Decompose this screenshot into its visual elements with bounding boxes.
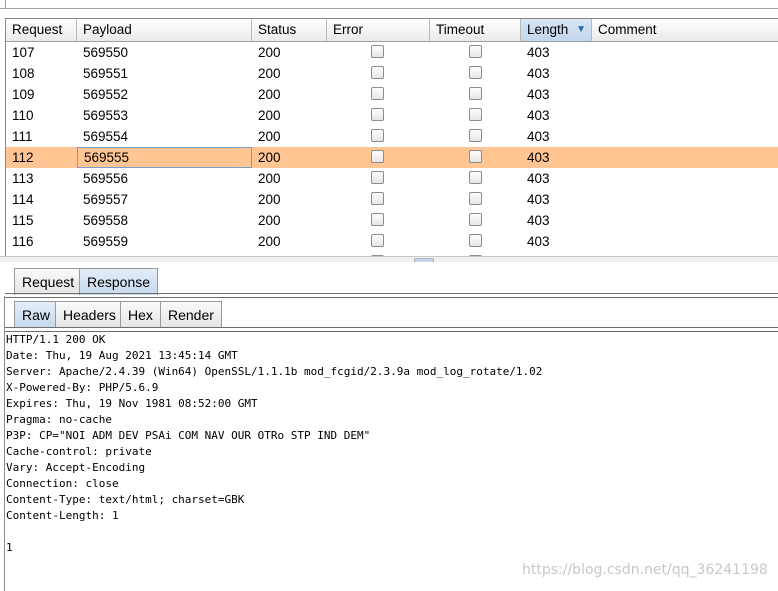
watermark: https://blog.csdn.net/qq_36241198: [522, 562, 768, 578]
cell-payload: 569552: [83, 87, 129, 102]
timeout-checkbox[interactable]: [469, 150, 482, 163]
table-row-selected[interactable]: 112 569555 200 403: [6, 147, 778, 168]
error-checkbox[interactable]: [371, 192, 384, 205]
timeout-checkbox[interactable]: [469, 87, 482, 100]
tab-raw[interactable]: Raw: [14, 301, 59, 328]
tab-headers[interactable]: Headers: [55, 301, 124, 328]
table-row[interactable]: 111 569554 200 403: [6, 126, 778, 147]
cell-length: 403: [527, 192, 550, 207]
table-row[interactable]: 113 569556 200 403: [6, 168, 778, 189]
cell-status: 200: [258, 87, 281, 102]
cell-status: 200: [258, 171, 281, 186]
results-table: Request Payload Status Error Timeout Len…: [5, 18, 778, 258]
timeout-checkbox[interactable]: [469, 171, 482, 184]
table-header: Request Payload Status Error Timeout Len…: [6, 19, 778, 42]
column-header-timeout[interactable]: Timeout: [430, 19, 521, 41]
column-header-comment[interactable]: Comment: [592, 19, 778, 41]
cell-payload: 569550: [83, 45, 129, 60]
cell-length: 403: [527, 129, 550, 144]
column-header-length-label: Length: [527, 22, 569, 37]
timeout-checkbox[interactable]: [469, 66, 482, 79]
response-raw-text[interactable]: HTTP/1.1 200 OK Date: Thu, 19 Aug 2021 1…: [6, 332, 774, 556]
cell-payload: 569556: [83, 171, 129, 186]
cell-request: 109: [12, 87, 35, 102]
cell-length: 403: [527, 108, 550, 123]
cell-status: 200: [258, 150, 281, 165]
error-checkbox[interactable]: [371, 66, 384, 79]
error-checkbox[interactable]: [371, 108, 384, 121]
timeout-checkbox[interactable]: [469, 45, 482, 58]
timeout-checkbox[interactable]: [469, 108, 482, 121]
table-row[interactable]: 110 569553 200 403: [6, 105, 778, 126]
column-header-payload[interactable]: Payload: [77, 19, 252, 41]
error-checkbox[interactable]: [371, 150, 384, 163]
tab-render[interactable]: Render: [160, 301, 222, 328]
error-checkbox[interactable]: [371, 45, 384, 58]
cell-length: 403: [527, 87, 550, 102]
column-header-error[interactable]: Error: [327, 19, 430, 41]
cell-request: 107: [12, 45, 35, 60]
table-row[interactable]: 116 569559 200 403: [6, 231, 778, 252]
cell-request: 116: [12, 234, 34, 249]
column-header-status[interactable]: Status: [252, 19, 327, 41]
timeout-checkbox[interactable]: [469, 129, 482, 142]
cell-request: 115: [12, 213, 34, 228]
error-checkbox[interactable]: [371, 234, 384, 247]
table-row[interactable]: 115 569558 200 403: [6, 210, 778, 231]
timeout-checkbox[interactable]: [469, 192, 482, 205]
view-tabs: Raw Headers Hex Render: [0, 296, 778, 330]
cell-status: 200: [258, 213, 281, 228]
cell-payload: 569559: [83, 234, 129, 249]
cell-request: 113: [12, 171, 34, 186]
cell-payload: 569554: [83, 129, 129, 144]
table-row[interactable]: 114 569557 200 403: [6, 189, 778, 210]
cell-request: 111: [12, 129, 33, 144]
cell-status: 200: [258, 108, 281, 123]
error-checkbox[interactable]: [371, 129, 384, 142]
error-checkbox[interactable]: [371, 171, 384, 184]
cell-request: 108: [12, 66, 35, 81]
cell-payload: 569558: [83, 213, 129, 228]
table-row[interactable]: 109 569552 200 403: [6, 84, 778, 105]
cell-length: 403: [527, 171, 550, 186]
column-header-request[interactable]: Request: [6, 19, 77, 41]
message-tabs: Request Response: [0, 262, 778, 296]
cell-request: 114: [12, 192, 34, 207]
cell-payload: 569551: [83, 66, 129, 81]
cell-payload: 569553: [83, 108, 129, 123]
cell-length: 403: [527, 45, 550, 60]
cell-length: 403: [527, 66, 550, 81]
cell-length: 403: [527, 213, 550, 228]
error-checkbox[interactable]: [371, 87, 384, 100]
table-row[interactable]: 107 569550 200 403: [6, 42, 778, 63]
cell-payload[interactable]: 569555: [77, 147, 252, 168]
top-pane-edge: [0, 0, 778, 9]
cell-payload: 569557: [83, 192, 129, 207]
tab-response[interactable]: Response: [79, 268, 159, 295]
cell-length: 403: [527, 234, 550, 249]
timeout-checkbox[interactable]: [469, 213, 482, 226]
timeout-checkbox[interactable]: [469, 234, 482, 247]
table-row[interactable]: 108 569551 200 403: [6, 63, 778, 84]
cell-status: 200: [258, 192, 281, 207]
tab-hex[interactable]: Hex: [120, 301, 161, 328]
tab-request[interactable]: Request: [14, 268, 83, 295]
cell-status: 200: [258, 66, 281, 81]
sort-descending-icon: ▼: [576, 24, 586, 35]
cell-status: 200: [258, 45, 281, 60]
cell-request: 110: [12, 108, 34, 123]
error-checkbox[interactable]: [371, 213, 384, 226]
cell-length: 403: [527, 150, 550, 165]
cell-status: 200: [258, 234, 281, 249]
cell-status: 200: [258, 129, 281, 144]
cell-request: 112: [12, 150, 34, 165]
column-header-length[interactable]: Length ▼: [521, 19, 592, 41]
